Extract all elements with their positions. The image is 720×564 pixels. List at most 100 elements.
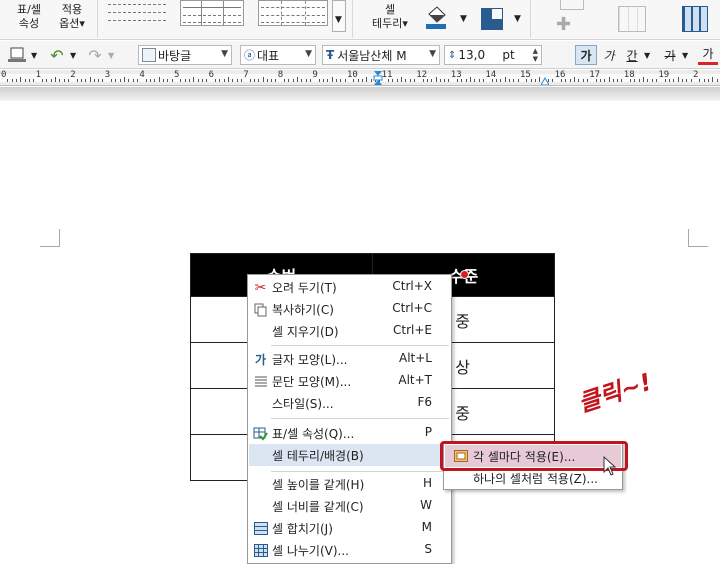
ruler-tick xyxy=(93,79,95,82)
ruler-tick xyxy=(707,79,709,82)
menu-item-label: 셀 테두리/배경(B) xyxy=(272,449,364,463)
font-language-select[interactable]: ⓐ 대표 ▼ xyxy=(240,45,316,65)
menu-item-merge-cells[interactable]: 셀 합치기(J) M xyxy=(249,517,450,539)
ruler-tick xyxy=(617,79,619,82)
chevron-down-icon[interactable]: ▼ xyxy=(108,51,114,60)
tab-marker-icon[interactable] xyxy=(540,74,550,86)
font-color-button[interactable]: 가 xyxy=(698,45,718,65)
menu-item-clear-cell[interactable]: 셀 지우기(D) Ctrl+E xyxy=(249,320,450,342)
delete-row-icon[interactable] xyxy=(560,0,584,10)
menu-item-style[interactable]: 스타일(S)... F6 xyxy=(249,392,450,414)
menu-item-label: 오려 두기(T) xyxy=(272,281,337,295)
chevron-down-icon[interactable]: ▼ xyxy=(682,51,688,60)
style-scrollbar[interactable]: ▼ xyxy=(332,0,346,32)
ruler-tick xyxy=(24,79,26,82)
mouse-cursor-icon xyxy=(603,455,617,476)
menu-item-shortcut: M xyxy=(421,520,432,534)
ruler-tick xyxy=(357,79,359,82)
split-cells-icon[interactable] xyxy=(682,6,708,32)
ruler-tick xyxy=(690,79,692,82)
merge-cells-icon[interactable] xyxy=(618,6,646,32)
menu-item-copy[interactable]: 복사하기(C) Ctrl+C xyxy=(249,298,450,320)
menu-item-equal-width[interactable]: 셀 너비를 같게(C) W xyxy=(249,495,450,517)
ruler-number: 6 xyxy=(208,70,215,80)
ruler-tick xyxy=(630,79,632,82)
ruler-tick xyxy=(292,79,294,82)
menu-item-label: 표/셀 속성(Q)... xyxy=(272,427,355,441)
menu-item-shortcut: Ctrl+X xyxy=(392,279,432,293)
ruler-tick xyxy=(552,79,554,82)
ruler-tick xyxy=(573,77,575,82)
menu-item-cut[interactable]: ✂ 오려 두기(T) Ctrl+X xyxy=(249,276,450,298)
ruler-tick xyxy=(33,79,35,82)
ruler-tick xyxy=(664,79,666,82)
indent-marker-icon[interactable] xyxy=(373,70,383,86)
ruler-tick xyxy=(28,79,30,82)
underline-button[interactable]: 간 xyxy=(622,45,642,65)
ruler-tick xyxy=(305,79,307,82)
ruler-tick xyxy=(297,77,299,82)
menu-item-cell-border[interactable]: 셀 테두리/배경(B) xyxy=(249,444,450,466)
cell-split-icon[interactable] xyxy=(481,8,503,30)
table-style-preset-2[interactable] xyxy=(180,0,244,26)
ruler-tick xyxy=(214,79,216,82)
ruler-tick xyxy=(699,79,701,82)
italic-button[interactable]: 가 xyxy=(600,45,618,65)
bold-button[interactable]: 가 xyxy=(575,45,597,65)
chevron-down-icon[interactable]: ▼ xyxy=(70,51,76,60)
chevron-down-icon[interactable]: ▼ xyxy=(644,51,650,60)
ruler-tick xyxy=(327,79,329,82)
horizontal-ruler[interactable]: 0 1 2 3 4 5 6 7 8 9 10 11 12 13 14 15 16 17 18 19 2 xyxy=(0,70,720,86)
chevron-down-icon[interactable]: ▼ xyxy=(31,51,37,60)
menu-item-equal-height[interactable]: 셀 높이를 같게(H) H xyxy=(249,473,450,495)
ruler-tick xyxy=(89,77,91,82)
cell-border-button[interactable]: 셀 테두리▾ xyxy=(368,3,412,31)
ruler-tick xyxy=(405,79,407,82)
chevron-down-icon[interactable]: ▼ xyxy=(514,14,521,24)
ruler-tick xyxy=(219,79,221,82)
table-props-button[interactable]: 표/셀 속성 xyxy=(12,3,46,31)
paragraph-style-select[interactable]: 바탕글 ▼ xyxy=(138,45,232,65)
undo-icon[interactable]: ↶ xyxy=(46,45,68,65)
insert-row-icon[interactable]: ✚ xyxy=(556,14,584,35)
menu-item-label: 셀 나누기(V)... xyxy=(272,544,349,558)
redo-icon[interactable]: ↷ xyxy=(84,45,106,65)
ruler-tick xyxy=(132,79,134,82)
ruler-tick xyxy=(474,79,476,82)
strikethrough-button[interactable]: 가 xyxy=(660,45,680,65)
ruler-tick xyxy=(76,79,78,82)
ruler-tick xyxy=(266,79,268,82)
menu-item-shortcut: P xyxy=(424,425,432,439)
ruler-tick xyxy=(560,79,562,82)
menu-item-char-shape[interactable]: 가 글자 모양(L)... Alt+L xyxy=(249,348,450,370)
menu-item-shortcut: S xyxy=(424,542,432,556)
ruler-tick xyxy=(712,77,714,82)
menu-item-para-shape[interactable]: 문단 모양(M)... Alt+T xyxy=(249,370,450,392)
apply-options-button[interactable]: 적용 옵션▾ xyxy=(52,3,92,31)
ruler-tick xyxy=(483,79,485,82)
menu-item-label: 셀 지우기(D) xyxy=(272,325,339,339)
chevron-down-icon: ▼ xyxy=(221,49,228,59)
font-name-select[interactable]: Ŧ 서울남산체 M ▼ xyxy=(322,45,440,65)
ruler-tick xyxy=(634,79,636,82)
table-style-preset-3[interactable] xyxy=(258,0,328,26)
view-icon[interactable] xyxy=(4,45,30,65)
ruler-tick xyxy=(288,79,290,82)
ruler-tick xyxy=(258,79,260,82)
ruler-tick xyxy=(275,79,277,82)
ruler-tick xyxy=(578,79,580,82)
menu-item-split-cells[interactable]: 셀 나누기(V)... S xyxy=(249,539,450,561)
menu-item-shortcut: W xyxy=(420,498,432,512)
menu-item-table-props[interactable]: 표/셀 속성(Q)... P xyxy=(249,422,450,444)
chevron-down-icon[interactable]: ▼ xyxy=(460,14,467,24)
crop-mark-top-left xyxy=(40,229,60,247)
menu-separator xyxy=(271,345,449,346)
menu-separator xyxy=(271,471,449,472)
ruler-number: 1 xyxy=(35,70,42,80)
table-style-preset-1[interactable] xyxy=(106,0,168,26)
ruler-tick xyxy=(249,79,251,82)
paint-bucket-icon[interactable] xyxy=(424,4,450,32)
font-size-stepper[interactable]: ⇕ 13,0 pt ▲ ▼ xyxy=(444,45,542,65)
cursor-marker-icon xyxy=(460,270,469,279)
ruler-tick xyxy=(586,79,588,82)
